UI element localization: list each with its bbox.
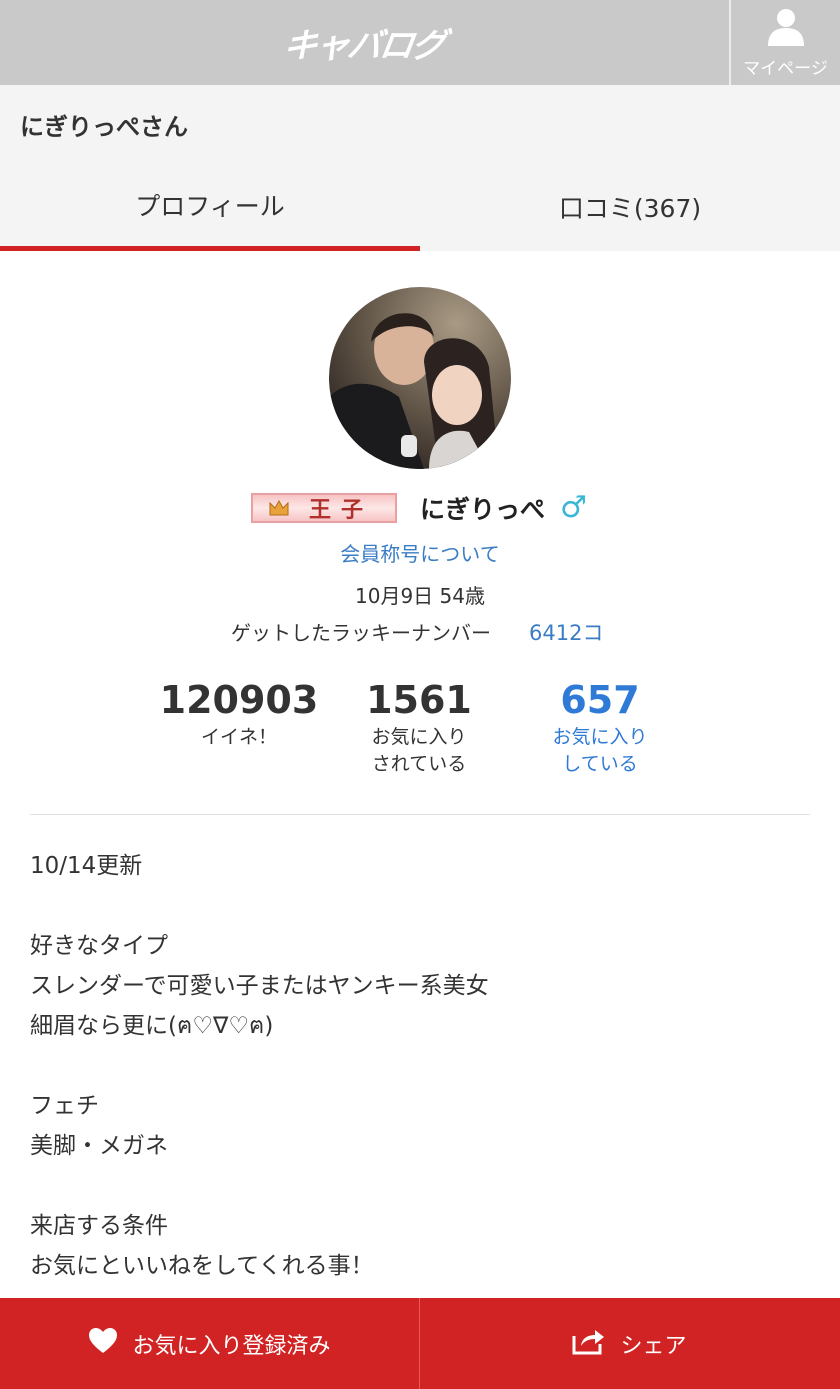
share-button[interactable]: シェア (420, 1298, 839, 1389)
share-label: シェア (620, 1333, 687, 1359)
app-header: キャバログ マイページ (0, 0, 840, 85)
logo[interactable]: キャバログ (0, 0, 728, 85)
mypage-label: マイページ (743, 59, 828, 79)
tab-reviews[interactable]: 口コミ(367) (420, 163, 840, 251)
profile-line: 10/14更新 (30, 853, 143, 879)
bottom-action-bar: お気に入り登録済み シェア (0, 1298, 840, 1389)
username: にぎりっぺ (420, 495, 546, 524)
mypage-button[interactable]: マイページ (729, 0, 840, 85)
stat-favoriting[interactable]: 657 お気に入り している (500, 676, 700, 778)
profile-line (30, 1046, 820, 1086)
profile-text: 10/14更新 好きなタイプ スレンダーで可愛い子またはヤンキー系美女 細眉なら… (30, 846, 820, 1286)
profile-line: 来店する条件 (30, 1213, 168, 1239)
share-icon (572, 1327, 620, 1361)
tab-bar: プロフィール 口コミ(367) (0, 163, 840, 251)
profile-line: スレンダーで可愛い子またはヤンキー系美女 (30, 973, 489, 999)
profile-line (30, 886, 820, 926)
favorite-label: お気に入り登録済み (132, 1333, 331, 1359)
lucky-number-value: 6412コ (529, 621, 604, 645)
title-badge: 王子 (251, 493, 397, 523)
profile-line (30, 1166, 820, 1206)
crown-icon (269, 499, 289, 517)
title-row: にぎりっぺさん (0, 85, 840, 163)
logo-text: キャバログ (280, 26, 447, 66)
stat-favorited-by: 1561 お気に入り されている (319, 676, 519, 778)
stat-favorited-by-label: お気に入り されている (371, 726, 467, 775)
rank-info-link[interactable]: 会員称号について (0, 538, 840, 567)
profile-line: 美脚・メガネ (30, 1133, 168, 1159)
stat-favorited-by-value: 1561 (366, 678, 472, 722)
profile-line: フェチ (30, 1093, 99, 1119)
lucky-number-label: ゲットしたラッキーナンバー (231, 621, 491, 645)
stat-likes: 120903 イイネ！ (139, 676, 339, 751)
male-icon: ♂ (560, 490, 587, 525)
profile-line: 細眉なら更に(ฅ♡∇♡ฅ) (30, 1013, 274, 1039)
heart-icon (88, 1327, 132, 1360)
stat-favoriting-value: 657 (560, 678, 640, 722)
profile-line: 好きなタイプ (30, 933, 168, 959)
profile-line: お気にといいねをしてくれる事！ (30, 1253, 374, 1279)
badge-text: 王子 (309, 498, 374, 523)
divider (30, 814, 810, 815)
page-title: にぎりっぺさん (20, 113, 188, 141)
birth-age: 10月9日 54歳 (355, 584, 485, 608)
tab-profile[interactable]: プロフィール (0, 163, 420, 251)
stat-likes-value: 120903 (159, 678, 319, 722)
stat-likes-label: イイネ！ (200, 726, 277, 748)
avatar (329, 287, 511, 469)
user-icon (766, 6, 806, 50)
stat-favoriting-label: お気に入り している (552, 726, 648, 775)
favorite-button[interactable]: お気に入り登録済み (0, 1298, 420, 1389)
